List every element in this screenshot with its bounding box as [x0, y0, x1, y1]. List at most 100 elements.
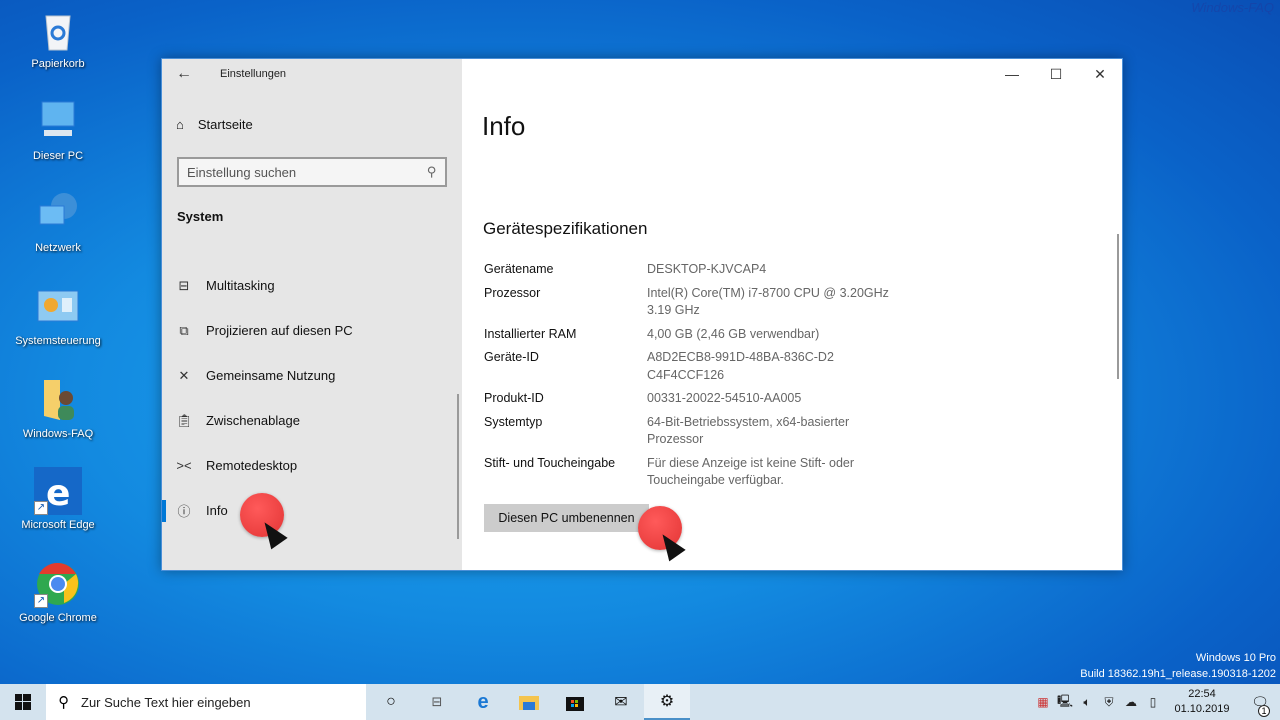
taskbar-search-box[interactable]: ⚲ — [46, 684, 366, 720]
windows-edition: Windows 10 Pro — [1195, 652, 1276, 664]
sidebar-item-clipboard[interactable]: 📋︎ Zwischenablage — [162, 398, 462, 443]
window-controls: — ☐ ✕ — [990, 59, 1122, 89]
spec-value: Intel(R) Core(TM) i7-8700 CPU @ 3.20GHz … — [647, 285, 889, 318]
clock[interactable]: 22:54 01.10.2019 — [1164, 687, 1240, 717]
notification-count: 1 — [1258, 704, 1270, 717]
start-button[interactable] — [0, 684, 46, 720]
taskbar-settings-button[interactable]: ⚙ — [644, 684, 690, 720]
spec-value: Für diese Anzeige ist keine Stift- oder … — [647, 455, 855, 488]
onedrive-icon[interactable]: ☁ — [1120, 695, 1142, 709]
control-panel-icon — [34, 283, 82, 331]
close-button[interactable]: ✕ — [1078, 59, 1122, 89]
spec-key: Geräte-ID — [484, 350, 539, 364]
cortana-button[interactable]: ○ — [368, 684, 414, 720]
maximize-button[interactable]: ☐ — [1034, 59, 1078, 89]
sidebar-scrollbar[interactable] — [457, 394, 459, 539]
desktop-icon-control-panel[interactable]: Systemsteuerung — [8, 283, 108, 347]
shared-experiences-icon: ✕ — [178, 367, 190, 383]
desktop-icon-label: Microsoft Edge — [21, 519, 95, 531]
spec-row: Installierter RAM 4,00 GB (2,46 GB verwe… — [484, 326, 904, 344]
settings-window: ← Einstellungen ⌂ Startseite ⚲ System ⊟ … — [161, 58, 1123, 571]
spec-row: Prozessor Intel(R) Core(TM) i7-8700 CPU … — [484, 285, 904, 320]
build-number: Build 18362.19h1_release.190318-1202 — [1080, 668, 1276, 680]
chrome-icon: ↗ — [34, 560, 82, 608]
sidebar-item-label: Gemeinsame Nutzung — [206, 368, 336, 383]
minimize-button[interactable]: — — [990, 59, 1034, 89]
taskbar-store-button[interactable] — [552, 684, 598, 720]
content-scrollbar[interactable] — [1117, 234, 1119, 379]
desktop-icon-label: Systemsteuerung — [15, 335, 101, 347]
spec-key: Prozessor — [484, 285, 541, 300]
desktop-icon-label: Google Chrome — [19, 612, 97, 624]
spec-key: Installierter RAM — [484, 326, 577, 341]
sidebar-item-project[interactable]: ⧉ Projizieren auf diesen PC — [162, 308, 462, 353]
task-view-button[interactable]: ⊟ — [414, 684, 460, 720]
desktop-icon-this-pc[interactable]: Dieser PC — [8, 98, 108, 162]
desktop-icon-label: Windows-FAQ — [22, 428, 94, 440]
project-icon: ⧉ — [179, 322, 189, 338]
settings-search-box[interactable]: ⚲ — [177, 157, 447, 187]
settings-search-input[interactable] — [187, 164, 428, 180]
svg-text:e: e — [46, 473, 70, 514]
taskbar-search-input[interactable] — [81, 694, 366, 710]
back-arrow-icon[interactable]: ← — [176, 65, 192, 83]
task-view-icon: ⊟ — [431, 694, 443, 709]
shortcut-arrow-icon: ↗ — [34, 501, 48, 515]
search-icon: ⚲ — [58, 694, 69, 711]
usb-device-icon[interactable]: ▯ — [1142, 695, 1164, 709]
spec-key: Systemtyp — [484, 414, 543, 429]
cortana-icon: ○ — [386, 693, 396, 710]
section-label: System — [177, 209, 224, 224]
sidebar-item-shared-experiences[interactable]: ✕ Gemeinsame Nutzung — [162, 353, 462, 398]
clipboard-icon: 📋︎ — [176, 412, 193, 428]
desktop-icon-label: Netzwerk — [35, 242, 81, 254]
gear-icon: ⚙ — [659, 693, 675, 710]
recycle-bin-icon — [34, 6, 82, 54]
spec-row: Stift- und Toucheingabe Für diese Anzeig… — [484, 455, 904, 490]
spec-row: Gerätename DESKTOP-KJVCAP4 — [484, 261, 904, 279]
sidebar-item-info[interactable]: ⓘ Info — [162, 488, 462, 533]
remote-desktop-icon: >< — [176, 458, 192, 473]
mail-icon: ✉ — [614, 694, 628, 711]
color-app-icon[interactable]: ▦ — [1032, 695, 1054, 709]
network-icon[interactable]: 🖳︎ — [1054, 692, 1076, 713]
store-icon — [566, 697, 584, 711]
sidebar-item-remote-desktop[interactable]: >< Remotedesktop — [162, 443, 462, 488]
sidebar-item-label: Info — [206, 503, 228, 518]
spec-value: 4,00 GB (2,46 GB verwendbar) — [647, 326, 820, 341]
desktop-icon-label: Papierkorb — [31, 58, 85, 70]
multitasking-icon: ⊟ — [178, 277, 190, 293]
desktop-icon-recycle-bin[interactable]: Papierkorb — [8, 6, 108, 70]
sidebar-item-label: Startseite — [197, 117, 253, 132]
spec-row: Geräte-ID A8D2ECB8-991D-48BA-836C-D2C4F4… — [484, 349, 904, 384]
computer-icon — [34, 98, 82, 146]
device-specs: Gerätename DESKTOP-KJVCAP4 Prozessor Int… — [484, 261, 904, 496]
search-icon[interactable]: ⚲ — [427, 164, 437, 180]
desktop-icon-windows-faq[interactable]: Windows-FAQ — [8, 376, 108, 440]
section-title: Gerätespezifikationen — [483, 219, 648, 238]
info-icon: ⓘ — [177, 504, 191, 519]
spec-value: 64-Bit-Betriebssystem, x64-basierter Pro… — [647, 414, 850, 447]
desktop-icon-label: Dieser PC — [32, 150, 84, 162]
desktop-icon-network[interactable]: Netzwerk — [8, 190, 108, 254]
desktop-icon-chrome[interactable]: ↗ Google Chrome — [8, 560, 108, 624]
title-bar[interactable]: ← Einstellungen — [162, 59, 462, 91]
taskbar-edge-button[interactable]: e — [460, 684, 506, 720]
desktop-icon-edge[interactable]: e ↗ Microsoft Edge — [8, 467, 108, 531]
edge-icon: e — [477, 690, 489, 713]
build-watermark: Windows 10 Pro Build 18362.19h1_release.… — [1080, 650, 1276, 682]
rename-pc-button[interactable]: Diesen PC umbenennen — [484, 504, 649, 532]
action-center-button[interactable]: 🗨︎ 1 — [1240, 694, 1280, 717]
spec-key: Produkt-ID — [484, 391, 544, 405]
sidebar-nav: ⊟ Multitasking ⧉ Projizieren auf diesen … — [162, 263, 462, 533]
sidebar-item-home[interactable]: ⌂ Startseite — [176, 117, 253, 132]
sidebar-item-label: Multitasking — [206, 278, 275, 293]
volume-icon[interactable]: 🔈︎ — [1076, 695, 1098, 710]
sidebar-item-multitasking[interactable]: ⊟ Multitasking — [162, 263, 462, 308]
user-folder-icon — [34, 376, 82, 424]
security-shield-icon[interactable]: ⛨ — [1098, 695, 1120, 710]
network-icon — [34, 190, 82, 238]
taskbar-file-explorer-button[interactable] — [506, 684, 552, 720]
taskbar-mail-button[interactable]: ✉ — [598, 684, 644, 720]
sidebar-item-label: Zwischenablage — [206, 413, 300, 428]
